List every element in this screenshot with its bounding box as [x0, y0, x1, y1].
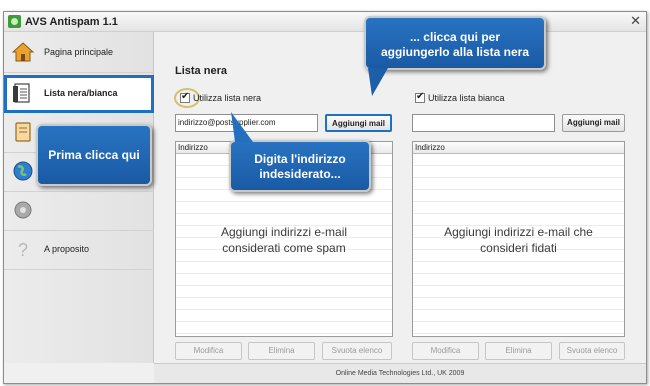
whitelist-edit-button[interactable]: Modifica — [412, 342, 479, 360]
use-whitelist-checkbox[interactable]: ✔ — [415, 91, 425, 103]
whitelist-delete-button[interactable]: Elimina — [485, 342, 552, 360]
status-bar: Online Media Technologies Ltd., UK 2009 — [154, 363, 646, 383]
callout-line: Digita l'indirizzo — [254, 152, 346, 166]
sidebar-item-about[interactable]: ? A proposito — [4, 231, 154, 269]
close-icon[interactable]: ✕ — [630, 14, 641, 29]
sidebar-item-settings[interactable] — [4, 192, 154, 230]
divider — [4, 72, 154, 73]
callout-line: aggiungerlo alla lista nera — [380, 45, 530, 59]
whitelist-add-button[interactable]: Aggiungi mail — [562, 114, 625, 132]
svg-text:?: ? — [18, 240, 28, 260]
whitelist-list[interactable]: Indirizzo Aggiungi indirizzi e-mail che … — [412, 141, 625, 337]
callout-pointer — [368, 68, 388, 96]
callout-pointer — [231, 112, 253, 142]
blacklist-clear-button[interactable]: Svuota elenco — [322, 342, 392, 360]
journal-icon — [15, 122, 31, 142]
whitelist-hint: Aggiungi indirizzi e-mail che consideri … — [413, 224, 624, 256]
divider — [4, 269, 154, 270]
callout-line: ... clicca qui per — [409, 30, 501, 44]
hint-line: consideri fidati — [480, 241, 557, 255]
use-blacklist-checkbox[interactable]: ✔ — [180, 91, 190, 103]
hint-line: Aggiungi indirizzi e-mail che — [444, 225, 593, 239]
callout-first-click: Prima clicca qui — [36, 124, 152, 186]
sidebar: Pagina principale Lista nera/bianca rnal… — [4, 32, 154, 363]
list-icon — [13, 83, 30, 103]
main-panel: Lista nera ✔ Utilizza lista nera indiriz… — [154, 32, 646, 363]
callout-line: indesiderato... — [259, 167, 341, 181]
question-icon: ? — [18, 240, 28, 260]
sidebar-item-label: Lista nera/bianca — [44, 88, 118, 98]
use-blacklist-label: Utilizza lista nera — [193, 93, 262, 103]
app-logo-icon — [8, 15, 21, 28]
whitelist-email-field[interactable] — [412, 114, 555, 132]
hint-line: considerati come spam — [222, 241, 346, 255]
use-whitelist-label: Utilizza lista bianca — [428, 93, 505, 103]
gear-icon — [14, 201, 32, 219]
app-window: AVS Antispam 1.1 ✕ Pagina principale Lis… — [3, 11, 647, 384]
globe-icon — [13, 161, 33, 181]
home-icon — [12, 42, 34, 62]
blacklist-delete-button[interactable]: Elimina — [248, 342, 315, 360]
whitelist-clear-button[interactable]: Svuota elenco — [559, 342, 625, 360]
blacklist-edit-button[interactable]: Modifica — [175, 342, 242, 360]
hint-line: Aggiungi indirizzi e-mail — [220, 225, 348, 239]
blacklist-hint: Aggiungi indirizzi e-mail considerati co… — [176, 224, 392, 256]
sidebar-item-label: Pagina principale — [44, 47, 114, 57]
window-title: AVS Antispam 1.1 — [25, 16, 118, 28]
callout-add-to-blacklist: ... clicca qui per aggiungerlo alla list… — [364, 16, 546, 96]
blacklist-add-button[interactable]: Aggiungi mail — [325, 114, 392, 132]
sidebar-item-label: A proposito — [44, 244, 90, 254]
page-title: Lista nera — [175, 65, 227, 77]
sidebar-item-blacklist[interactable]: Lista nera/bianca — [4, 75, 154, 113]
column-header: Indirizzo — [413, 142, 624, 154]
callout-type-address: Digita l'indirizzo indesiderato... — [229, 112, 371, 192]
title-bar: AVS Antispam 1.1 ✕ — [4, 12, 646, 32]
sidebar-item-home[interactable]: Pagina principale — [4, 34, 154, 72]
